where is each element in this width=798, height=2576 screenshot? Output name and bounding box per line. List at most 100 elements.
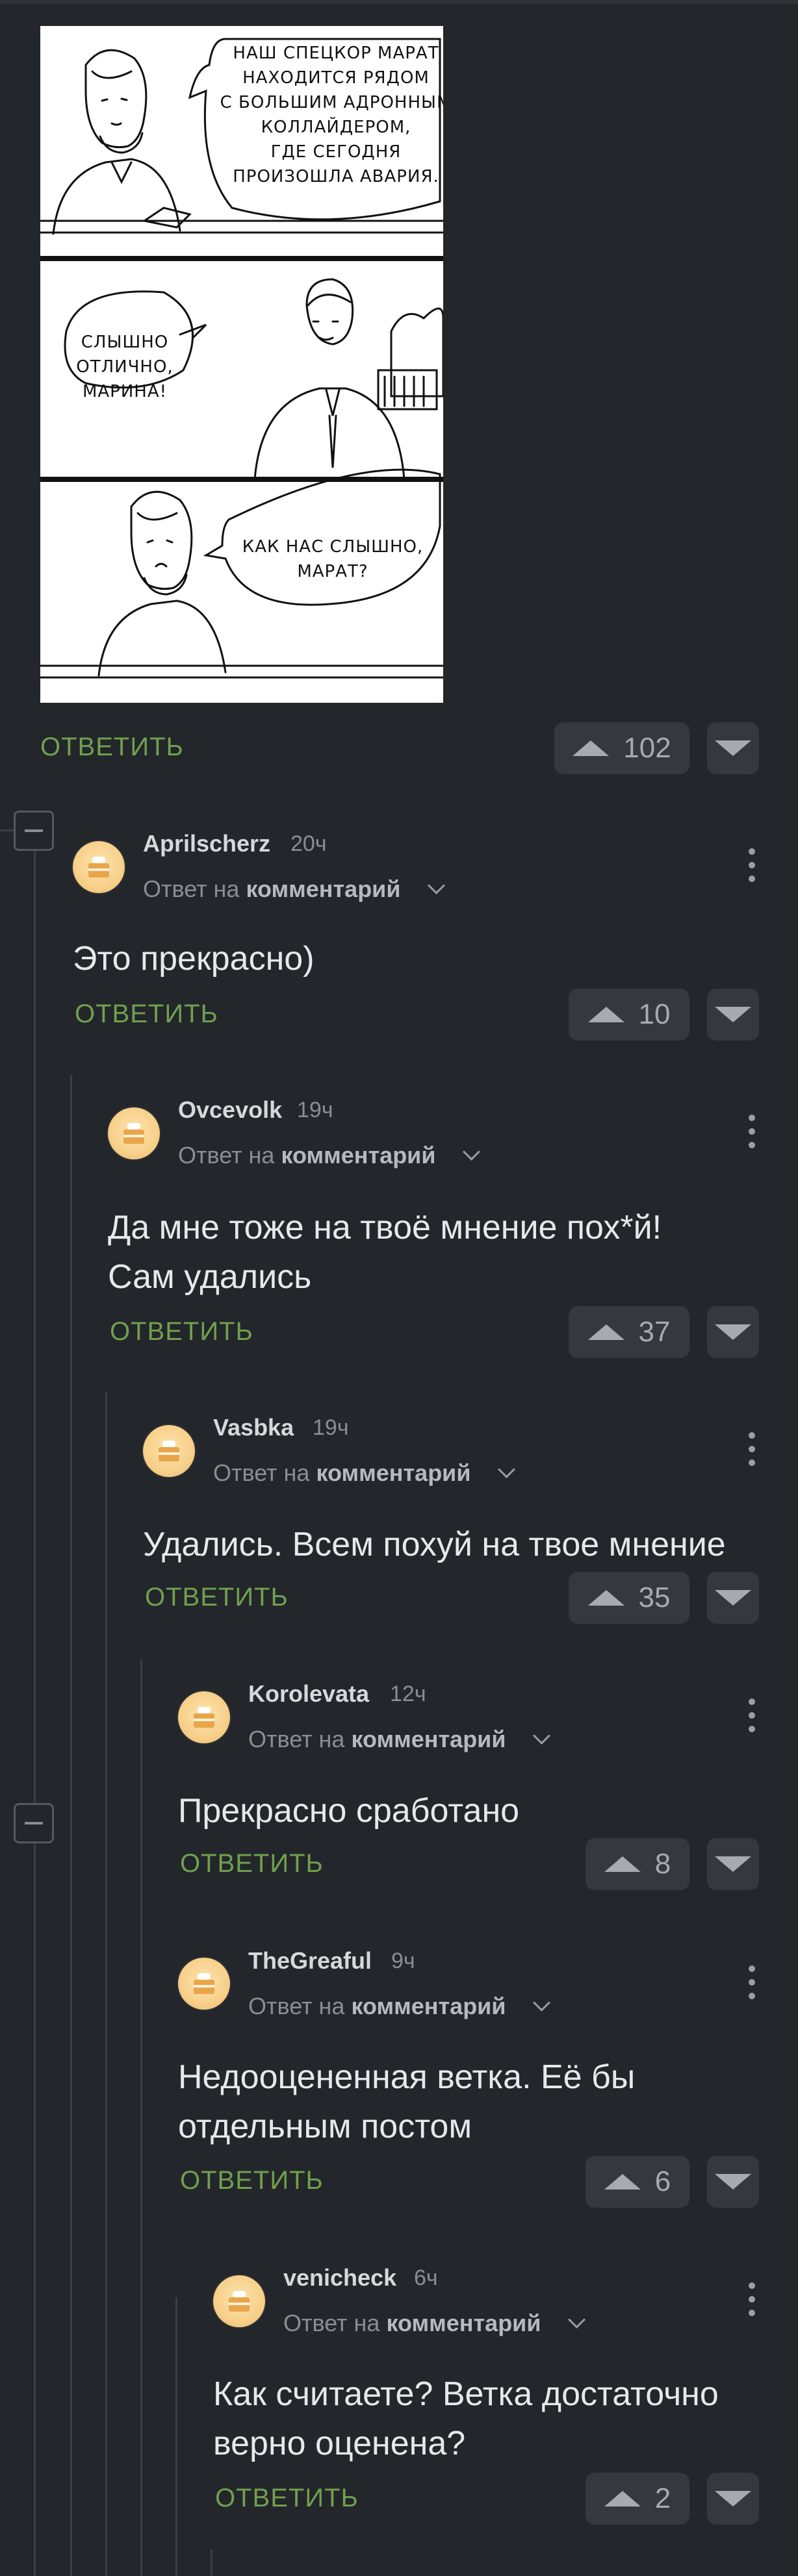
comment-time: 6ч [414, 2266, 438, 2290]
thread-line[interactable] [140, 1660, 142, 2576]
reply-button[interactable]: ОТВЕТИТЬ [145, 1583, 289, 1612]
reply-to-link[interactable]: Ответ на комментарий [178, 1142, 435, 1169]
upvote-count: 35 [638, 1582, 671, 1613]
comic-panel1-line: С БОЛЬШИМ АДРОННЫМ [220, 93, 443, 112]
thread-line[interactable] [70, 1075, 72, 2576]
more-options-icon[interactable] [749, 1698, 755, 1732]
collapse-thread-button[interactable] [14, 1803, 54, 1843]
comic-panel3-line: КАК НАС СЛЫШНО, [242, 537, 423, 557]
top-divider [0, 0, 798, 4]
reply-to-link[interactable]: Ответ на комментарий [283, 2310, 541, 2337]
upvote-button[interactable]: 8 [586, 1838, 689, 1890]
upvote-button[interactable]: 37 [569, 1306, 689, 1358]
reply-to-target[interactable]: комментарий [246, 876, 400, 902]
upvote-arrow-icon [587, 1324, 624, 1340]
thread-line[interactable] [105, 1393, 107, 2576]
downvote-button[interactable] [707, 1838, 759, 1890]
avatar[interactable] [213, 2275, 265, 2327]
avatar[interactable] [108, 1107, 160, 1159]
upvote-button[interactable]: 10 [569, 989, 689, 1041]
reply-to-link[interactable]: Ответ на комментарий [248, 1993, 506, 2020]
reply-to-target[interactable]: комментарий [386, 2310, 541, 2336]
comic-panel1-line: ПРОИЗОШЛА АВАРИЯ. [233, 167, 439, 186]
downvote-button[interactable] [707, 2473, 759, 2525]
comic-panel2-line: ОТЛИЧНО, [76, 357, 173, 377]
reply-button[interactable]: ОТВЕТИТЬ [180, 1849, 324, 1878]
upvote-button[interactable]: 6 [586, 2156, 689, 2208]
chevron-down-icon[interactable] [533, 1994, 550, 2012]
chevron-down-icon[interactable] [568, 2311, 586, 2329]
upvote-arrow-icon [587, 1590, 624, 1606]
reply-to-link[interactable]: Ответ на комментарий [248, 1726, 506, 1753]
comic-image[interactable]: НАШ СПЕЦКОР МАРАТ НАХОДИТСЯ РЯДОМ С БОЛЬ… [40, 26, 443, 703]
avatar[interactable] [178, 1691, 230, 1743]
reply-button[interactable]: ОТВЕТИТЬ [180, 2166, 324, 2195]
more-options-icon[interactable] [749, 2282, 755, 2316]
upvote-button[interactable]: 35 [569, 1572, 689, 1624]
comment-text: верно оценена? [213, 2425, 466, 2462]
reply-to-target[interactable]: комментарий [351, 1993, 506, 2019]
comment-time: 9ч [391, 1949, 415, 1973]
comment-text: Сам удались [108, 1258, 312, 1296]
reply-button[interactable]: ОТВЕТИТЬ [110, 1317, 253, 1346]
reply-to-prefix: Ответ на [248, 1993, 345, 2019]
reply-button[interactable]: ОТВЕТИТЬ [215, 2484, 359, 2513]
avatar[interactable] [73, 841, 125, 893]
reply-to-prefix: Ответ на [143, 876, 240, 902]
avatar[interactable] [178, 1958, 230, 2010]
upvote-count: 6 [654, 2166, 671, 2197]
downvote-button[interactable] [707, 989, 759, 1041]
downvote-arrow-icon [715, 1007, 751, 1022]
reply-to-link[interactable]: Ответ на комментарий [213, 1459, 470, 1487]
chevron-down-icon[interactable] [498, 1461, 515, 1478]
comment-username[interactable]: venicheck [283, 2264, 396, 2292]
more-options-icon[interactable] [749, 1965, 755, 1999]
cake-avatar-icon [88, 857, 109, 878]
downvote-arrow-icon [715, 1590, 751, 1606]
more-options-icon[interactable] [749, 848, 755, 882]
post-downvote-button[interactable] [707, 722, 759, 774]
reply-to-target[interactable]: комментарий [316, 1459, 470, 1486]
downvote-button[interactable] [707, 2156, 759, 2208]
upvote-arrow-icon [604, 2491, 641, 2507]
reply-button[interactable]: ОТВЕТИТЬ [75, 1000, 218, 1029]
thread-line[interactable] [175, 2297, 177, 2576]
upvote-count: 37 [638, 1316, 671, 1348]
downvote-arrow-icon [715, 740, 751, 756]
comment-time: 20ч [290, 831, 327, 856]
comment-username[interactable]: TheGreaful [248, 1947, 372, 1975]
reply-to-target[interactable]: комментарий [281, 1142, 435, 1168]
upvote-button[interactable]: 2 [586, 2473, 689, 2525]
thread-line[interactable] [211, 2549, 212, 2576]
reply-to-prefix: Ответ на [248, 1726, 345, 1752]
post-upvote-button[interactable]: 102 [554, 722, 689, 774]
post-reply-button[interactable]: ОТВЕТИТЬ [40, 733, 184, 762]
reply-to-link[interactable]: Ответ на комментарий [143, 876, 400, 903]
chevron-down-icon[interactable] [428, 877, 445, 894]
upvote-arrow-icon [573, 740, 610, 756]
comment-time: 19ч [313, 1415, 349, 1440]
chevron-down-icon[interactable] [463, 1143, 480, 1161]
comic-panel1-line: НАХОДИТСЯ РЯДОМ [242, 68, 430, 88]
more-options-icon[interactable] [749, 1115, 755, 1148]
chevron-down-icon[interactable] [533, 1727, 550, 1745]
reply-to-target[interactable]: комментарий [351, 1726, 506, 1752]
comment-time: 12ч [390, 1682, 426, 1706]
downvote-button[interactable] [707, 1572, 759, 1624]
cake-avatar-icon [194, 1707, 214, 1728]
thread-line[interactable] [34, 811, 36, 2576]
more-options-icon[interactable] [749, 1432, 755, 1466]
comment-username[interactable]: Vasbka [213, 1414, 294, 1441]
comment-username[interactable]: Ovcevolk [178, 1096, 282, 1124]
cake-avatar-icon [194, 1973, 214, 1994]
comic-panel2-line: СЛЫШНО [81, 333, 168, 352]
downvote-button[interactable] [707, 1306, 759, 1358]
reply-to-prefix: Ответ на [178, 1142, 275, 1168]
upvote-arrow-icon [587, 1007, 624, 1022]
cake-avatar-icon [123, 1123, 144, 1144]
comment-username[interactable]: Korolevata [248, 1680, 369, 1708]
upvote-arrow-icon [604, 1856, 641, 1872]
avatar[interactable] [143, 1425, 195, 1477]
comment-username[interactable]: Aprilscherz [143, 830, 270, 857]
collapse-thread-button[interactable] [14, 811, 54, 851]
